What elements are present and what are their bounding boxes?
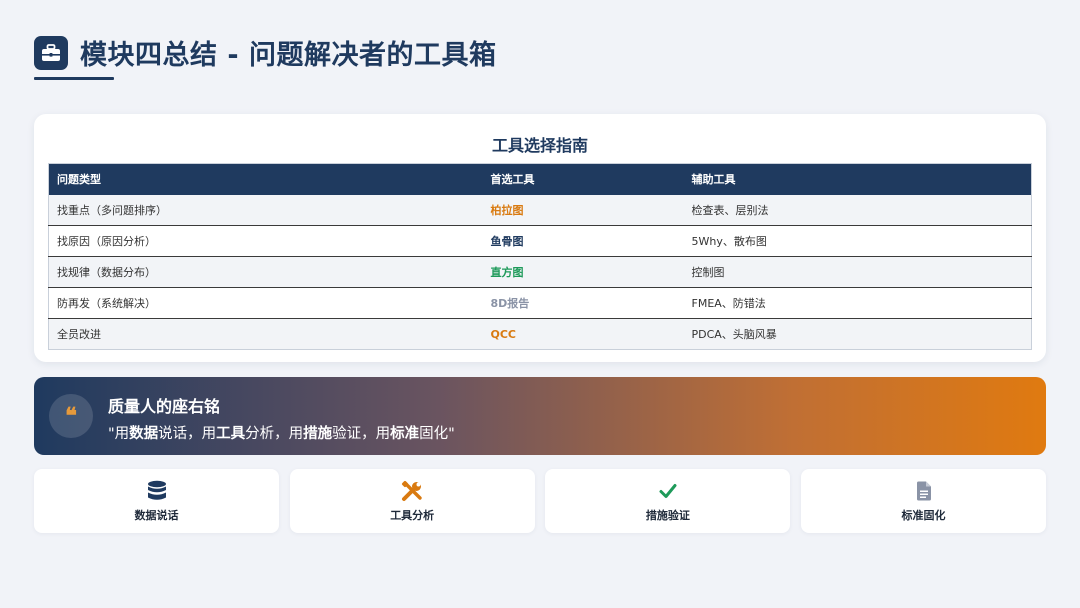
card-data-talk: 数据说话 <box>34 469 279 533</box>
title-underline <box>34 77 114 80</box>
quote-icon: ❝ <box>49 394 93 438</box>
database-icon <box>147 480 167 502</box>
page-title: 模块四总结 - 问题解决者的工具箱 <box>80 40 497 71</box>
card-label: 工具分析 <box>390 508 435 522</box>
principle-cards: 数据说话 工具分析 措施验证 标准固化 <box>34 469 1046 533</box>
secondary-tool-cell: 检查表、层别法 <box>691 203 769 217</box>
problem-type-cell: 全员改进 <box>48 318 483 350</box>
tool-guide-table: 问题类型 首选工具 辅助工具 找重点（多问题排序） 柏拉图 检查表、层别法 找原… <box>48 163 1032 350</box>
motto-quote-text: 验证，用 <box>332 426 391 442</box>
card-tool-analysis: 工具分析 <box>289 469 535 533</box>
motto-quote-text: 分析，用 <box>245 426 304 442</box>
secondary-tool-cell: FMEA、防错法 <box>683 287 1032 319</box>
card-standard-fix: 标准固化 <box>801 469 1046 533</box>
table-row: 找规律（数据分布） 直方图 控制图 <box>48 256 1032 288</box>
primary-tool-cell: QCC <box>482 318 684 350</box>
motto-quote-text: "用 <box>108 426 130 442</box>
card-label: 标准固化 <box>901 508 946 522</box>
motto-keyword: 数据 <box>129 426 159 442</box>
motto-quote-text: 说话，用 <box>158 426 217 442</box>
motto-quote-text: 固化" <box>419 426 455 442</box>
table-title: 工具选择指南 <box>491 136 588 155</box>
problem-type-cell: 找原因（原因分析） <box>48 225 483 257</box>
problem-type-cell: 找规律（数据分布） <box>48 256 483 288</box>
motto-quote: "用数据说话，用工具分析，用措施验证，用标准固化" <box>108 422 455 443</box>
secondary-tool-cell: 5Why、散布图 <box>683 225 1032 257</box>
secondary-tool-cell: 控制图 <box>683 256 1032 288</box>
page-header: 模块四总结 - 问题解决者的工具箱 <box>34 33 497 72</box>
motto-keyword: 工具 <box>216 426 246 442</box>
table-row: 找重点（多问题排序） 柏拉图 检查表、层别法 <box>48 194 1032 226</box>
motto-title: 质量人的座右铭 <box>108 397 221 416</box>
primary-tool-cell: 柏拉图 <box>490 203 524 217</box>
motto-banner: ❝ 质量人的座右铭 "用数据说话，用工具分析，用措施验证，用标准固化" <box>34 377 1046 455</box>
column-header: 辅助工具 <box>691 173 736 187</box>
table-row: 找原因（原因分析） 鱼骨图 5Why、散布图 <box>48 225 1032 257</box>
tools-icon <box>401 480 423 502</box>
document-icon <box>916 480 932 502</box>
card-measure-verify: 措施验证 <box>545 469 791 533</box>
primary-tool-cell: 鱼骨图 <box>482 225 684 257</box>
card-label: 数据说话 <box>134 508 179 522</box>
primary-tool-cell: 直方图 <box>482 256 684 288</box>
toolbox-icon <box>34 35 68 70</box>
check-icon <box>658 480 678 502</box>
motto-keyword: 措施 <box>303 426 333 442</box>
primary-tool-cell: 8D报告 <box>482 287 684 319</box>
tool-guide-card: 工具选择指南 问题类型 首选工具 辅助工具 找重点（多问题排序） 柏拉图 检查表… <box>34 114 1046 362</box>
table-header-row: 问题类型 首选工具 辅助工具 <box>48 163 1032 195</box>
secondary-tool-cell: PDCA、头脑风暴 <box>683 318 1032 350</box>
card-label: 措施验证 <box>645 508 690 522</box>
column-header: 首选工具 <box>490 173 535 187</box>
problem-type-cell: 找重点（多问题排序） <box>57 203 167 217</box>
table-row: 防再发（系统解决） 8D报告 FMEA、防错法 <box>48 287 1032 319</box>
table-row: 全员改进 QCC PDCA、头脑风暴 <box>48 318 1032 350</box>
motto-keyword: 标准 <box>390 426 420 442</box>
column-header: 问题类型 <box>57 173 101 187</box>
problem-type-cell: 防再发（系统解决） <box>48 287 483 319</box>
